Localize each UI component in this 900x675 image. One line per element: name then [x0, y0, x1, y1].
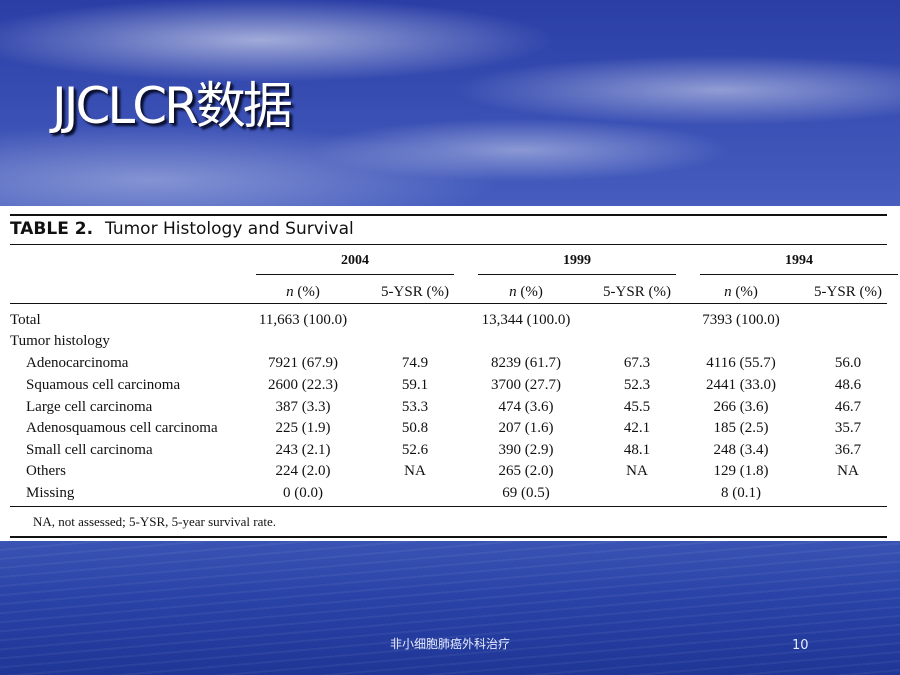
table-label: TABLE 2. [10, 219, 94, 239]
n-percent: (%) [735, 284, 758, 300]
cell-n-percent: 129 (1.8) [713, 463, 769, 479]
slide-title: JJCLCR数据 [52, 77, 293, 135]
cell-5ysr: NA [626, 463, 648, 479]
sea-background [0, 540, 900, 675]
cell-5ysr: 53.3 [401, 399, 429, 415]
row-label: Missing [26, 485, 75, 501]
cell-5ysr: 74.9 [401, 355, 429, 371]
cell-n-percent: 13,344 (100.0) [481, 312, 571, 328]
cell-n-percent: 474 (3.6) [498, 399, 554, 415]
column-header-n: n (%) [486, 283, 566, 301]
row-label: Small cell carcinoma [26, 442, 153, 458]
row-label: Adenosquamous cell carcinoma [26, 420, 218, 436]
cell-n-percent: 0 (0.0) [283, 485, 323, 501]
row-label: Total [10, 312, 41, 328]
cell-5ysr: NA [837, 463, 859, 479]
column-header-5ysr: 5-YSR (%) [603, 284, 671, 300]
slide-footer-text: 非小细胞肺癌外科治疗 [389, 637, 510, 651]
table-caption-text: Tumor Histology and Survival [105, 219, 354, 239]
body-end-rule [10, 506, 887, 507]
cell-n-percent: 266 (3.6) [713, 399, 769, 415]
row-label: Others [26, 463, 66, 479]
cell-5ysr: 59.1 [401, 377, 429, 393]
table-footnote: NA, not assessed; 5-YSR, 5-year survival… [33, 514, 276, 529]
cell-n-percent: 207 (1.6) [498, 420, 554, 436]
cell-n-percent: 11,663 (100.0) [258, 312, 348, 328]
cell-5ysr: 48.1 [623, 442, 651, 458]
header-rule [10, 303, 887, 304]
n-symbol: n [509, 284, 517, 300]
row-label: Large cell carcinoma [26, 399, 153, 415]
cell-n-percent: 265 (2.0) [498, 463, 554, 479]
cell-n-percent: 8239 (61.7) [491, 355, 561, 371]
cell-n-percent: 390 (2.9) [498, 442, 554, 458]
column-header-n: n (%) [263, 283, 343, 301]
table-caption: TABLE 2. Tumor Histology and Survival [10, 219, 354, 239]
cell-5ysr: 42.1 [623, 420, 651, 436]
column-header-5ysr: 5-YSR (%) [381, 284, 449, 300]
cell-5ysr: 50.8 [401, 420, 429, 436]
year-header: 1994 [785, 253, 813, 268]
year-header: 1999 [563, 253, 591, 268]
cell-5ysr: 48.6 [834, 377, 862, 393]
n-percent: (%) [520, 284, 543, 300]
cell-5ysr: 36.7 [834, 442, 862, 458]
table-bottom-rule [10, 536, 887, 538]
year-header: 2004 [341, 253, 369, 268]
table-top-rule [10, 214, 887, 216]
cell-5ysr: 52.3 [623, 377, 651, 393]
cell-5ysr: 52.6 [401, 442, 429, 458]
column-header-n: n (%) [701, 283, 781, 301]
cell-n-percent: 2441 (33.0) [706, 377, 776, 393]
cell-5ysr: NA [404, 463, 426, 479]
column-header-5ysr: 5-YSR (%) [814, 284, 882, 300]
page-number: 10 [792, 638, 809, 653]
cell-n-percent: 387 (3.3) [275, 399, 331, 415]
row-label: Adenocarcinoma [26, 355, 129, 371]
year-group-rule [478, 274, 676, 275]
cell-n-percent: 69 (0.5) [502, 485, 550, 501]
slide-background: JJCLCR数据 TABLE 2. Tumor Histology and Sur… [0, 0, 900, 675]
cell-n-percent: 224 (2.0) [275, 463, 331, 479]
cell-5ysr: 46.7 [834, 399, 862, 415]
cell-n-percent: 7921 (67.9) [268, 355, 338, 371]
cell-5ysr: 45.5 [623, 399, 651, 415]
row-label: Squamous cell carcinoma [26, 377, 181, 393]
cell-n-percent: 2600 (22.3) [268, 377, 338, 393]
n-percent: (%) [297, 284, 320, 300]
cell-n-percent: 243 (2.1) [275, 442, 331, 458]
row-label: Tumor histology [10, 333, 110, 349]
n-symbol: n [286, 284, 294, 300]
n-symbol: n [724, 284, 732, 300]
cell-5ysr: 56.0 [834, 355, 862, 371]
cell-n-percent: 225 (1.9) [275, 420, 331, 436]
cell-5ysr: 67.3 [623, 355, 651, 371]
caption-rule [10, 244, 887, 245]
cell-n-percent: 185 (2.5) [713, 420, 769, 436]
table-image: TABLE 2. Tumor Histology and Survival 200… [0, 206, 900, 541]
cell-n-percent: 7393 (100.0) [702, 312, 780, 328]
cell-n-percent: 248 (3.4) [713, 442, 769, 458]
year-group-rule [700, 274, 898, 275]
cell-n-percent: 4116 (55.7) [706, 355, 776, 371]
cell-n-percent: 8 (0.1) [721, 485, 761, 501]
cell-n-percent: 3700 (27.7) [491, 377, 561, 393]
year-group-rule [256, 274, 454, 275]
cell-5ysr: 35.7 [834, 420, 862, 436]
